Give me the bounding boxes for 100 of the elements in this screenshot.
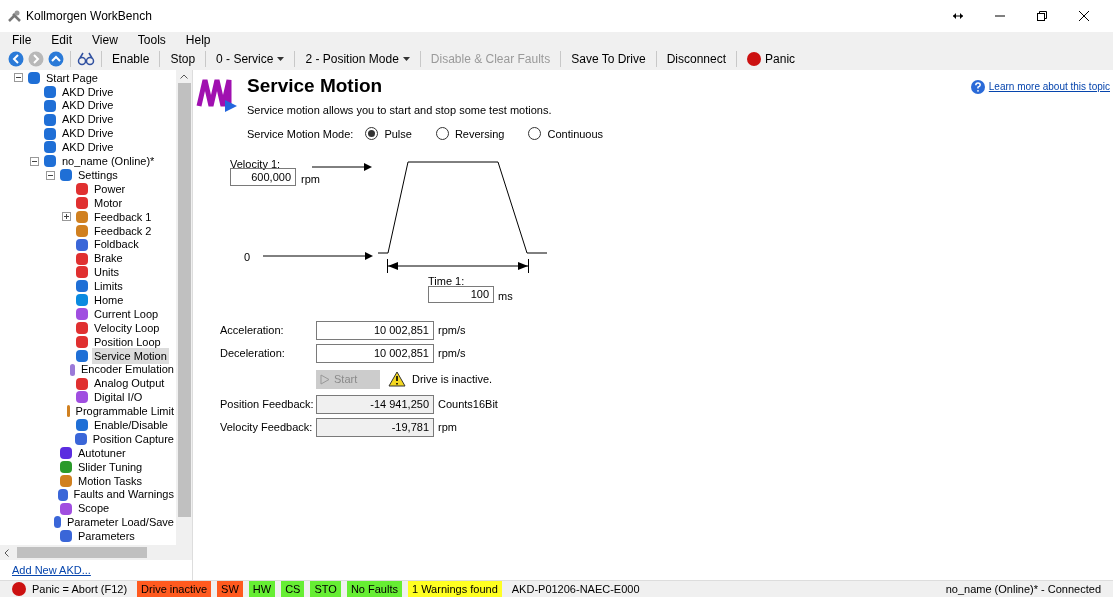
status-flag: STO bbox=[310, 580, 341, 597]
play-icon bbox=[320, 373, 330, 385]
field-label: Position Feedback: bbox=[220, 398, 314, 411]
warning-text: Drive is inactive. bbox=[412, 371, 493, 387]
tree-item-icon bbox=[44, 127, 56, 140]
tree-item[interactable]: AKD Drive bbox=[60, 111, 116, 128]
panic-icon bbox=[747, 52, 762, 66]
tree-item[interactable]: AKD Drive bbox=[60, 139, 116, 156]
tree-item[interactable]: Units bbox=[92, 264, 122, 281]
toolbar-button[interactable]: Enable bbox=[108, 50, 154, 68]
tree-item[interactable]: Parameters bbox=[76, 528, 137, 545]
tree-item-icon bbox=[44, 155, 56, 168]
panic-icon bbox=[12, 582, 26, 596]
mode-dropdown[interactable]: 2 - Position Mode bbox=[301, 50, 414, 68]
glasses-icon[interactable] bbox=[77, 52, 95, 66]
toolbar-button[interactable]: Disconnect bbox=[662, 50, 731, 68]
tree-item-icon bbox=[60, 447, 72, 459]
menu-item[interactable]: File bbox=[12, 31, 32, 49]
toolbar-button[interactable]: Save To Drive bbox=[567, 50, 650, 68]
tree-item-icon bbox=[76, 238, 88, 251]
radio-label: Reversing bbox=[454, 126, 505, 142]
unit-label: ms bbox=[498, 289, 513, 304]
panic-shortcut: Panic = Abort (F12) bbox=[32, 581, 128, 597]
radio-label: Continuous bbox=[547, 126, 604, 142]
mode-label: Service Motion Mode: bbox=[247, 126, 354, 142]
add-drive-link[interactable]: Add New AKD... bbox=[12, 561, 91, 579]
tree-item-icon bbox=[57, 488, 68, 501]
status-flag: SW bbox=[217, 580, 243, 597]
unit-label: rpm/s bbox=[438, 346, 466, 362]
tree-item-icon bbox=[44, 99, 56, 112]
tree-item-icon bbox=[76, 391, 88, 404]
tree-item-icon bbox=[60, 169, 72, 182]
help-icon bbox=[970, 79, 985, 94]
tree-item[interactable]: Brake bbox=[92, 250, 125, 267]
tree-item-icon bbox=[76, 321, 88, 334]
readout-field: -19,781 bbox=[316, 418, 434, 437]
panic-button[interactable]: Panic bbox=[743, 50, 800, 68]
tree-item-icon bbox=[76, 335, 88, 348]
scroll-up-icon[interactable] bbox=[180, 74, 188, 79]
time-label: Time 1: bbox=[428, 274, 465, 289]
tree-item[interactable]: Service Motion bbox=[92, 347, 169, 364]
caret-icon bbox=[277, 57, 285, 61]
toolbar-button[interactable]: Stop bbox=[166, 50, 200, 68]
back-icon[interactable] bbox=[8, 51, 24, 67]
mode-dropdown[interactable]: 0 - Service bbox=[212, 50, 289, 68]
tree-item-icon bbox=[44, 113, 56, 126]
status-flag: Drive inactive bbox=[137, 580, 212, 597]
tree-item[interactable]: Analog Output bbox=[92, 375, 167, 392]
status-flag: CS bbox=[281, 580, 305, 597]
scroll-left-icon[interactable] bbox=[4, 548, 9, 557]
tree-item-icon bbox=[44, 85, 56, 98]
radio-button[interactable] bbox=[435, 127, 449, 141]
tree-item-icon bbox=[60, 474, 72, 487]
tree-item-icon bbox=[75, 433, 87, 446]
menu-item[interactable]: Edit bbox=[51, 31, 73, 49]
tree-item-icon bbox=[76, 210, 88, 223]
radio-button[interactable] bbox=[528, 127, 542, 141]
tree-item-icon bbox=[28, 71, 40, 84]
tree-item[interactable]: Digital I/O bbox=[92, 389, 145, 406]
tree-item-icon bbox=[76, 266, 88, 279]
menu-item[interactable]: View bbox=[92, 31, 118, 49]
tree-item-icon bbox=[76, 183, 88, 196]
collapse-toggle[interactable] bbox=[45, 170, 55, 180]
status-flag: No Faults bbox=[346, 580, 402, 597]
menu-item[interactable]: Help bbox=[185, 31, 211, 49]
tools-icon bbox=[8, 10, 22, 22]
radio-button[interactable] bbox=[365, 127, 379, 141]
tree-item-icon bbox=[76, 224, 88, 237]
tree-item[interactable]: AKD Drive bbox=[60, 125, 116, 142]
status-flag: HW bbox=[248, 580, 276, 597]
help-link[interactable]: Learn more about this topic bbox=[988, 79, 1110, 94]
velocity-arrow bbox=[312, 163, 372, 171]
field-label: Deceleration: bbox=[220, 347, 285, 360]
expand-toggle[interactable] bbox=[61, 212, 71, 222]
drive-model: AKD-P01206-NAEC-E000 bbox=[511, 581, 640, 597]
up-icon[interactable] bbox=[48, 51, 64, 67]
collapse-toggle[interactable] bbox=[29, 156, 39, 166]
tree-item-icon bbox=[60, 460, 72, 473]
collapse-toggle[interactable] bbox=[13, 73, 23, 83]
tree-item[interactable]: Encoder Emulation bbox=[79, 361, 176, 378]
resize-icon[interactable] bbox=[953, 13, 963, 19]
unit-label: Counts16Bit bbox=[438, 397, 498, 413]
tree-item[interactable]: Foldback bbox=[92, 236, 141, 253]
input-field[interactable]: 10 002,851 bbox=[316, 344, 434, 363]
menu-item[interactable]: Tools bbox=[137, 31, 166, 49]
zero-label: 0 bbox=[244, 250, 251, 265]
time-field[interactable]: 100 bbox=[428, 286, 494, 303]
input-field[interactable]: 10 002,851 bbox=[316, 321, 434, 340]
tree-item[interactable]: Scope bbox=[76, 500, 112, 517]
radio-label: Pulse bbox=[384, 126, 412, 142]
warning-icon bbox=[388, 371, 406, 387]
field-label: Velocity Feedback: bbox=[220, 421, 313, 434]
tree-item-icon bbox=[66, 405, 70, 418]
restore-icon[interactable] bbox=[1037, 11, 1047, 21]
tree-item-icon bbox=[76, 294, 88, 307]
velocity-field[interactable]: 600,000 bbox=[230, 168, 296, 186]
close-icon[interactable] bbox=[1079, 11, 1089, 21]
horizontal-scrollbar[interactable] bbox=[0, 545, 192, 560]
tree-item[interactable]: Parameter Load/Save bbox=[64, 514, 176, 531]
page-title: Service Motion bbox=[247, 74, 384, 98]
